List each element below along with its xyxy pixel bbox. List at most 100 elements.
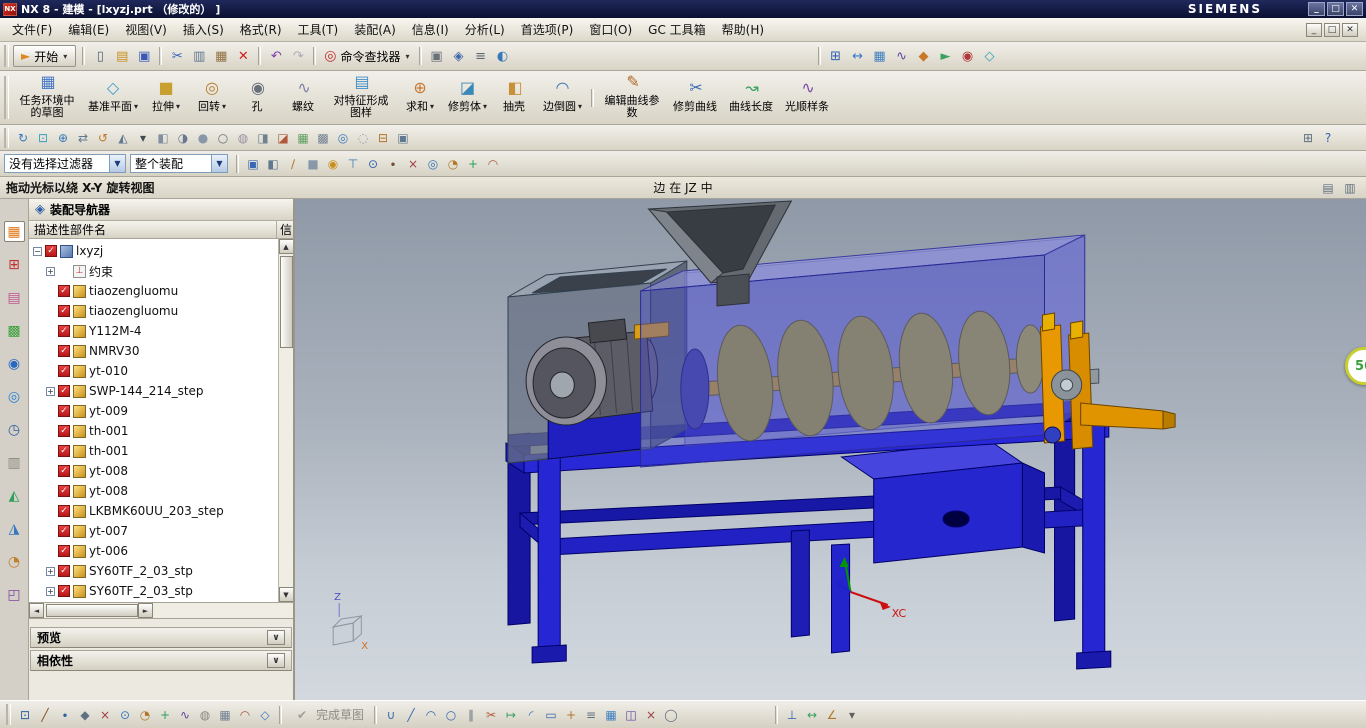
component-checkbox[interactable]	[58, 285, 70, 297]
undo-icon[interactable]: ↶	[266, 46, 286, 66]
zoom-icon[interactable]: ⊕	[54, 129, 72, 147]
point-icon[interactable]: +	[562, 706, 580, 724]
component-checkbox[interactable]	[58, 425, 70, 437]
datum-csys-icon[interactable]: ◇	[980, 46, 1000, 66]
wave-geometry-icon[interactable]: ∿	[892, 46, 912, 66]
component-checkbox[interactable]	[58, 545, 70, 557]
cursor-help-icon[interactable]: ?	[1319, 129, 1337, 147]
window-icon[interactable]: ▣	[427, 46, 447, 66]
task-sketch-button[interactable]: ▦ 任务环境中的草图	[13, 73, 83, 123]
smooth-spline-button[interactable]: ∿ 光顺样条	[780, 73, 836, 123]
menu-item[interactable]: 分析(L)	[457, 19, 513, 40]
trim-body-button[interactable]: ◪ 修剪体 ▾	[443, 73, 492, 123]
rotate-view-icon[interactable]: ↺	[94, 129, 112, 147]
tree-row[interactable]: yt-007	[29, 521, 277, 541]
column-descriptive-part-name[interactable]: 描述性部件名	[29, 221, 277, 238]
view-orient-icon[interactable]: ◈	[449, 46, 469, 66]
scroll-right-icon[interactable]: ►	[138, 603, 153, 618]
hd3d-tools-tab[interactable]: ◉	[4, 353, 25, 374]
menu-item[interactable]: 编辑(E)	[60, 19, 117, 40]
select-face-icon[interactable]: ◧	[264, 155, 282, 173]
assembly-navigator-tab[interactable]: ▦	[4, 221, 25, 242]
wireframe-icon[interactable]: ○	[214, 129, 232, 147]
top-selection-icon[interactable]: ⊤	[344, 155, 362, 173]
copy-icon[interactable]: ▥	[189, 46, 209, 66]
component-checkbox[interactable]	[58, 445, 70, 457]
shaded-edges-icon[interactable]: ◑	[174, 129, 192, 147]
minimize-button[interactable]: _	[1308, 2, 1325, 16]
pattern-component-icon[interactable]: ▦	[870, 46, 890, 66]
mid-point-icon[interactable]: ∙	[56, 706, 74, 724]
pattern-curve-icon[interactable]: ▦	[602, 706, 620, 724]
face-analysis-icon[interactable]: ◨	[254, 129, 272, 147]
snap-enable-icon[interactable]: ⊙	[364, 155, 382, 173]
section-view-icon[interactable]: ◪	[274, 129, 292, 147]
exploded-views-icon[interactable]: ◆	[914, 46, 934, 66]
new-icon[interactable]: ▯	[90, 46, 110, 66]
select-edge-icon[interactable]: ∕	[284, 155, 302, 173]
rectangle-icon[interactable]: ▭	[542, 706, 560, 724]
closest-point-icon[interactable]: ◇	[256, 706, 274, 724]
chevron-down-icon[interactable]: ▾	[222, 101, 226, 113]
part-navigator-tab[interactable]: ▤	[4, 287, 25, 308]
tree-row[interactable]: NMRV30	[29, 341, 277, 361]
point-on-surface-icon[interactable]: ◍	[196, 706, 214, 724]
scroll-down-icon[interactable]: ▼	[279, 587, 294, 602]
component-checkbox[interactable]	[58, 305, 70, 317]
sketch-options-icon[interactable]: ▾	[843, 706, 861, 724]
scroll-up-icon[interactable]: ▲	[279, 239, 294, 254]
move-component-icon[interactable]: ↔	[848, 46, 868, 66]
component-checkbox[interactable]	[58, 385, 70, 397]
derived-line-icon[interactable]: ∥	[462, 706, 480, 724]
pattern-feature-button[interactable]: ▤ 对特征形成图样	[327, 73, 397, 123]
display-mode-icon[interactable]: ◐	[493, 46, 513, 66]
fillet-icon[interactable]: ◜	[522, 706, 540, 724]
tree-row[interactable]: yt-006	[29, 541, 277, 561]
chevron-down-icon[interactable]: ▾	[176, 101, 180, 113]
trimetric-icon[interactable]: ◧	[154, 129, 172, 147]
expander-icon[interactable]: +	[46, 587, 55, 596]
graphics-window[interactable]: XC Z X 56	[295, 199, 1366, 700]
scroll-left-icon[interactable]: ◄	[29, 603, 44, 618]
selection-scope-dropdown[interactable]: 整个装配 ▼	[130, 154, 228, 173]
menu-item[interactable]: 窗口(O)	[581, 19, 640, 40]
menu-item[interactable]: 格式(R)	[232, 19, 290, 40]
constraint-settings-icon[interactable]: ∠	[823, 706, 841, 724]
sequence-icon[interactable]: ►	[936, 46, 956, 66]
component-checkbox[interactable]	[58, 485, 70, 497]
menu-item[interactable]: 文件(F)	[4, 19, 60, 40]
ellipse-icon[interactable]: ◯	[662, 706, 680, 724]
expander-icon[interactable]: +	[46, 567, 55, 576]
mirror-curve-icon[interactable]: ◫	[622, 706, 640, 724]
paste-icon[interactable]: ▦	[211, 46, 231, 66]
expander-icon[interactable]: −	[33, 247, 42, 256]
trim-curve-button[interactable]: ✂ 修剪曲线	[668, 73, 724, 123]
shell-button[interactable]: ◧ 抽壳	[492, 73, 538, 123]
expander-icon[interactable]: +	[46, 387, 55, 396]
component-checkbox[interactable]	[58, 565, 70, 577]
redo-icon[interactable]: ↷	[288, 46, 308, 66]
tree-row[interactable]: yt-008	[29, 481, 277, 501]
chevron-down-icon[interactable]: ∨	[267, 653, 285, 668]
close-button[interactable]: ✕	[1346, 2, 1363, 16]
component-checkbox[interactable]	[58, 465, 70, 477]
command-finder-button[interactable]: ◎ 命令查找器 ▾	[320, 48, 414, 65]
end-point-icon[interactable]: ╱	[36, 706, 54, 724]
cut-icon[interactable]: ✂	[167, 46, 187, 66]
quick-trim-icon[interactable]: ✂	[482, 706, 500, 724]
edge-blend-button[interactable]: ◠ 边倒圆 ▾	[538, 73, 587, 123]
component-checkbox[interactable]	[58, 345, 70, 357]
expander-icon[interactable]: +	[46, 267, 55, 276]
finish-sketch-button[interactable]: ✔ 完成草图	[286, 706, 370, 724]
tree-row[interactable]: + SY60TF_2_03_stp	[29, 561, 277, 581]
tree-row[interactable]: tiaozengluomu	[29, 281, 277, 301]
component-checkbox[interactable]	[45, 245, 57, 257]
mdi-minimize-button[interactable]: _	[1306, 23, 1322, 37]
component-checkbox[interactable]	[58, 525, 70, 537]
show-hide-icon[interactable]: ◎	[334, 129, 352, 147]
menu-item[interactable]: 装配(A)	[346, 19, 404, 40]
quadrant-snap-icon[interactable]: ◔	[444, 155, 462, 173]
roles-tab[interactable]: ◔	[4, 551, 25, 572]
tree-row[interactable]: tiaozengluomu	[29, 301, 277, 321]
snapshot-icon[interactable]: ▣	[394, 129, 412, 147]
